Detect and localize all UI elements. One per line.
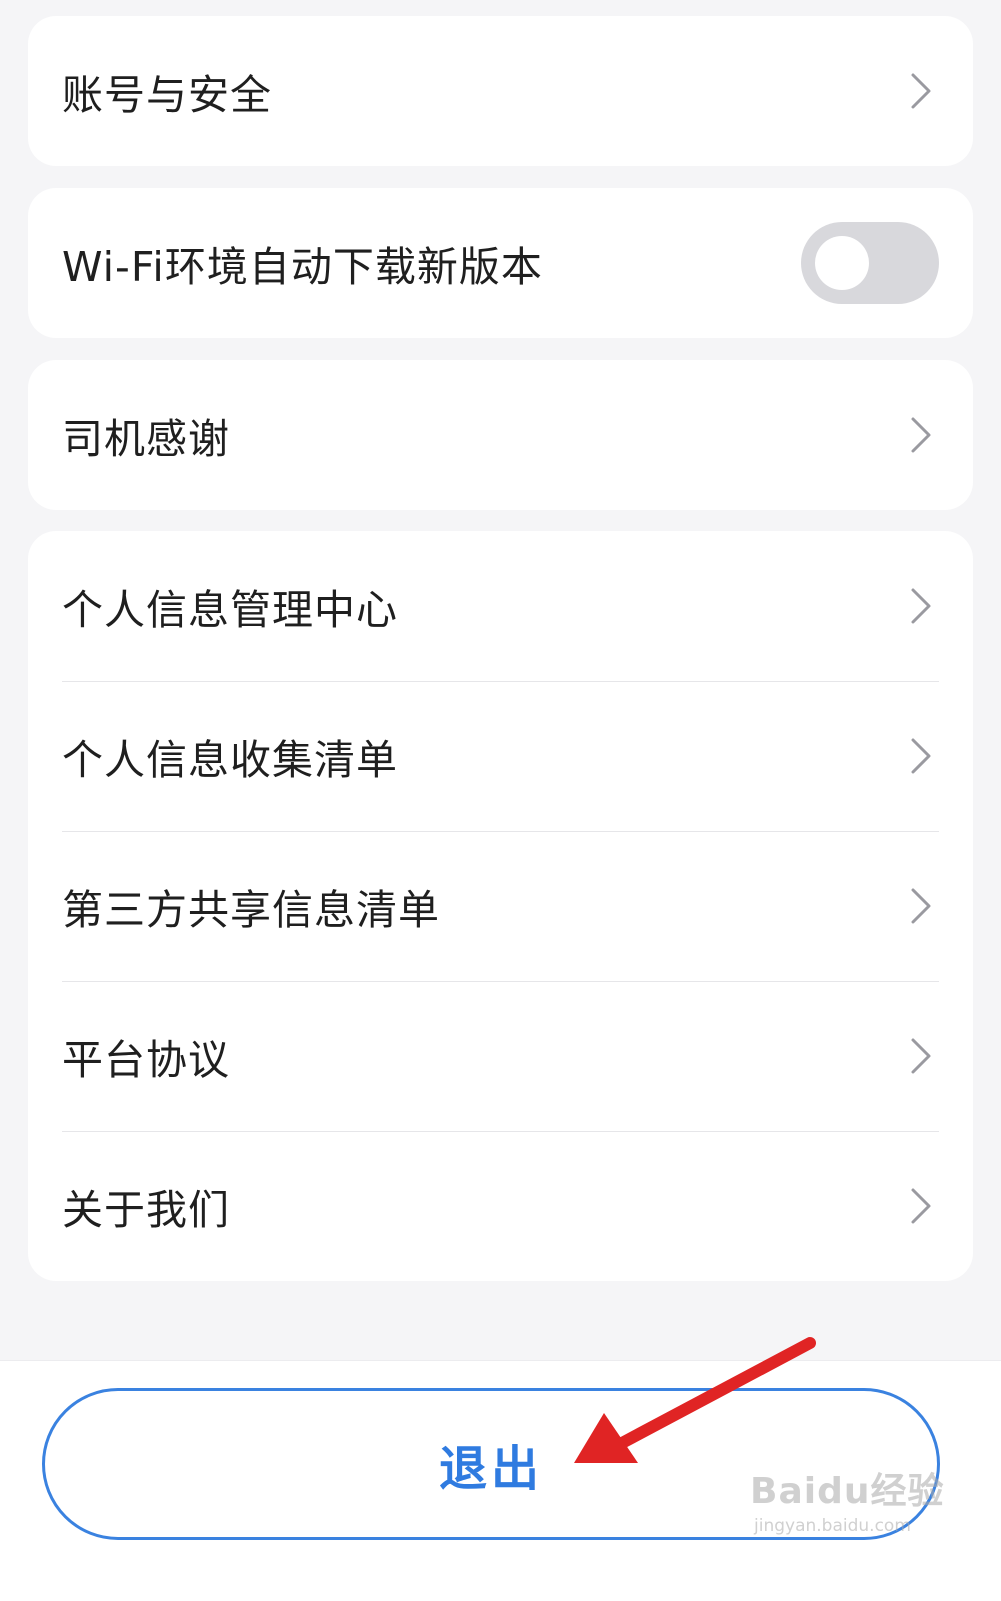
settings-item-label: 第三方共享信息清单 [62,886,440,934]
settings-item-label: 司机感谢 [62,415,230,463]
settings-item-account-security[interactable]: 账号与安全 [28,16,973,166]
settings-item-label: 个人信息收集清单 [62,736,398,784]
chevron-right-icon [903,411,939,459]
settings-item-about-us[interactable]: 关于我们 [28,1131,973,1281]
settings-item-wifi-auto-update: Wi-Fi环境自动下载新版本 [28,188,973,338]
settings-card-account: 账号与安全 [28,16,973,166]
settings-item-label: 平台协议 [62,1036,230,1084]
settings-item-label: Wi-Fi环境自动下载新版本 [62,243,543,291]
watermark-brand: Baidu经验 [750,1471,945,1512]
annotation-arrow-icon [574,1337,816,1463]
toggle-knob [815,236,869,290]
settings-item-personal-info-list[interactable]: 个人信息收集清单 [28,681,973,831]
settings-item-label: 账号与安全 [62,71,272,119]
settings-item-platform-agreement[interactable]: 平台协议 [28,981,973,1131]
wifi-auto-update-toggle[interactable] [801,222,939,304]
chevron-right-icon [903,1032,939,1080]
chevron-right-icon [903,582,939,630]
settings-item-third-party-sharing[interactable]: 第三方共享信息清单 [28,831,973,981]
chevron-right-icon [903,732,939,780]
chevron-right-icon [903,67,939,115]
chevron-right-icon [903,882,939,930]
settings-item-label: 关于我们 [62,1186,230,1234]
settings-card-driver: 司机感谢 [28,360,973,510]
watermark-url: jingyan.baidu.com [754,1516,911,1536]
logout-label: 退出 [438,1441,543,1497]
baidu-jingyan-watermark: Baidu经验 jingyan.baidu.com [750,1462,970,1536]
chevron-right-icon [903,1182,939,1230]
settings-card-privacy: 个人信息管理中心 个人信息收集清单 第三方共享信息清单 平台协议 关于我们 [28,531,973,1281]
settings-item-label: 个人信息管理中心 [62,586,398,634]
settings-item-personal-info-center[interactable]: 个人信息管理中心 [28,531,973,681]
settings-card-wifi: Wi-Fi环境自动下载新版本 [28,188,973,338]
settings-item-driver-thanks[interactable]: 司机感谢 [28,360,973,510]
